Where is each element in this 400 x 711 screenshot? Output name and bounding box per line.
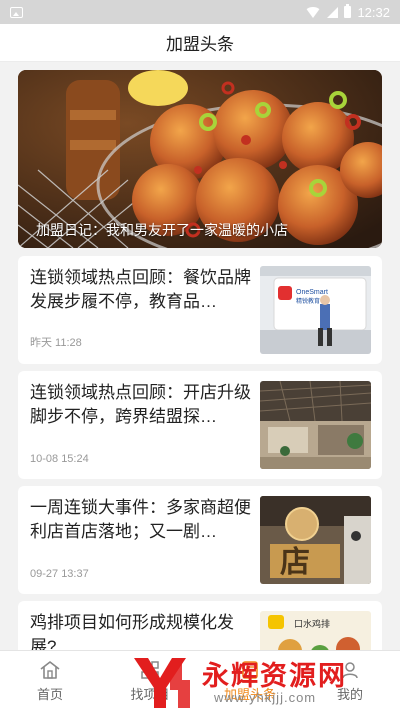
tab-news[interactable]: 加盟头条 xyxy=(200,651,300,711)
article-time: 09-27 13:37 xyxy=(30,568,89,580)
banner-caption: 加盟日记：我和男友开了一家温暖的小店 xyxy=(36,222,288,238)
bottom-tab-bar: 首页 找项目 加盟头条 我的 xyxy=(0,650,400,711)
tab-home[interactable]: 首页 xyxy=(0,651,100,711)
tab-label: 找项目 xyxy=(130,686,170,702)
news-icon xyxy=(240,660,260,680)
article-title: 鸡排项目如何形成规模化发展? xyxy=(30,613,234,650)
article-card[interactable]: 连锁领域热点回顾：开店升级脚步不停，跨界结盟探… 10-08 15:24 xyxy=(18,371,382,479)
thumb-brand-text: 口水鸡排 xyxy=(294,618,330,630)
tab-label: 我的 xyxy=(336,686,363,702)
signal-icon xyxy=(327,6,339,18)
grid-icon xyxy=(140,660,160,680)
thumb-brand-subtext: 精锐教育 xyxy=(296,297,320,305)
status-time: 12:32 xyxy=(357,4,390,20)
tab-find-project[interactable]: 找项目 xyxy=(100,651,200,711)
news-feed[interactable]: 加盟日记：我和男友开了一家温暖的小店 连锁领域热点回顾：餐饮品牌发展步履不停，教… xyxy=(0,62,400,650)
thumb-sign-text: 店 xyxy=(280,545,310,580)
article-title: 连锁领域热点回顾：餐饮品牌发展步履不停，教育品… xyxy=(30,268,251,311)
thumb-brand-text: OneSmart xyxy=(296,289,328,296)
article-card[interactable]: 一周连锁大事件：多家商超便利店首店落地；又一剧… 09-27 13:37 店 xyxy=(18,486,382,594)
image-notification-icon xyxy=(10,6,23,18)
user-icon xyxy=(340,660,360,680)
banner-article[interactable]: 加盟日记：我和男友开了一家温暖的小店 xyxy=(18,70,382,248)
tab-profile[interactable]: 我的 xyxy=(300,651,400,711)
home-icon xyxy=(39,660,61,680)
article-thumbnail: OneSmart 精锐教育 xyxy=(260,266,371,354)
tab-label: 加盟头条 xyxy=(223,686,276,702)
battery-icon xyxy=(344,4,352,18)
wifi-icon xyxy=(305,6,322,18)
article-thumbnail: 口水鸡排 xyxy=(260,611,371,650)
article-card[interactable]: 连锁领域热点回顾：餐饮品牌发展步履不停，教育品… 昨天 11:28 OneSma… xyxy=(18,256,382,364)
article-title: 一周连锁大事件：多家商超便利店首店落地；又一剧… xyxy=(30,498,251,541)
article-time: 昨天 11:28 xyxy=(30,337,82,349)
article-title: 连锁领域热点回顾：开店升级脚步不停，跨界结盟探… xyxy=(30,383,251,426)
tab-label: 首页 xyxy=(36,686,63,702)
page-title: 加盟头条 xyxy=(0,24,400,62)
article-thumbnail: 店 xyxy=(260,496,371,584)
article-time: 10-08 15:24 xyxy=(30,453,89,465)
article-thumbnail xyxy=(260,381,371,469)
status-bar: 12:32 xyxy=(0,0,400,24)
article-card[interactable]: 鸡排项目如何形成规模化发展? 口水鸡排 xyxy=(18,601,382,650)
